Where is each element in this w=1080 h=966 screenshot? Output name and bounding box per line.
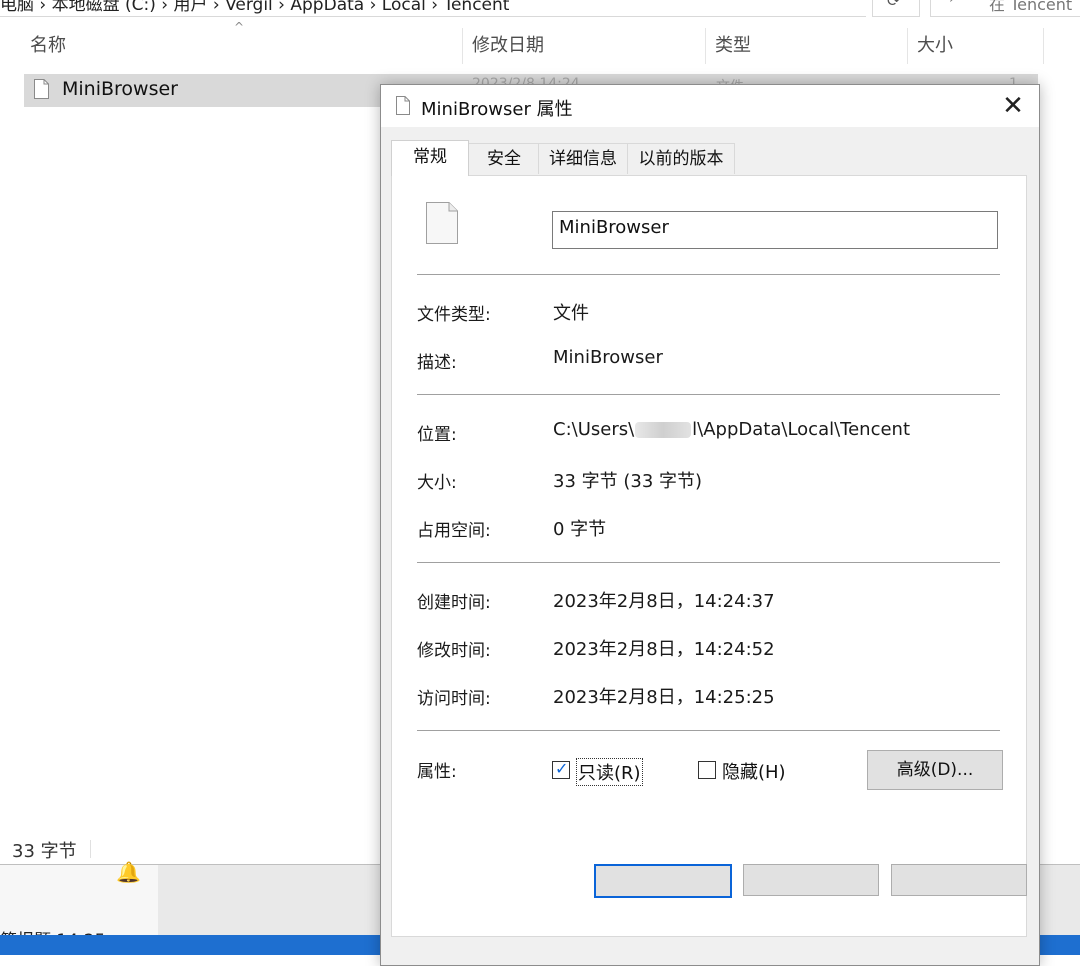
status-selection-size: 33 字节 (12, 841, 77, 862)
column-divider[interactable] (705, 28, 706, 64)
file-type-label: 文件类型: (417, 305, 491, 325)
size-on-disk-value: 0 字节 (553, 519, 607, 540)
location-value: C:\Users\ l\AppData\Local\Tencent (553, 419, 910, 440)
column-header-name[interactable]: 名称 (30, 28, 66, 64)
file-modified: 2023/2/8 14:24 (472, 76, 580, 84)
divider (417, 730, 1000, 731)
location-suffix: l\AppData\Local\Tencent (692, 419, 911, 440)
cancel-button[interactable] (743, 864, 879, 896)
modified-value: 2023年2月8日，14:24:52 (553, 639, 775, 660)
divider (417, 394, 1000, 395)
divider (417, 562, 1000, 563)
readonly-checkbox-box[interactable]: ✓ (552, 759, 570, 779)
readonly-checkbox[interactable]: ✓ 只读(R) (552, 758, 648, 786)
status-bar: 33 字节 (0, 832, 380, 864)
checkmark-icon: ✓ (555, 759, 569, 778)
column-divider[interactable] (907, 28, 908, 64)
dialog-title: MiniBrowser 属性 (421, 99, 573, 120)
file-type: 文件 (716, 76, 744, 84)
properties-dialog: MiniBrowser 属性 ✕ 常规 安全 详细信息 以前的版本 MiniBr… (380, 84, 1040, 966)
size-label: 大小: (417, 473, 457, 493)
file-name-field[interactable]: MiniBrowser (552, 211, 998, 249)
created-value: 2023年2月8日，14:24:37 (553, 591, 775, 612)
hidden-checkbox[interactable]: 隐藏(H) (698, 759, 794, 783)
hidden-checkbox-box[interactable] (698, 761, 716, 779)
file-icon (396, 96, 410, 115)
hidden-label: 隐藏(H) (722, 762, 786, 783)
file-type-value: 文件 (553, 303, 589, 324)
search-arrow-icon: › (949, 0, 955, 7)
modified-label: 修改时间: (417, 641, 491, 661)
attributes-label: 属性: (417, 762, 457, 782)
description-label: 描述: (417, 353, 457, 373)
status-divider (90, 840, 91, 858)
address-bar[interactable]: 电脑 › 本地磁盘 (C:) › 用户 › Vergil › AppData ›… (0, 0, 866, 17)
location-label: 位置: (417, 425, 457, 445)
file-name: MiniBrowser (62, 78, 178, 100)
ok-button[interactable] (594, 864, 732, 898)
file-size: 1 KB (1009, 76, 1018, 84)
column-header-modified[interactable]: 修改日期 (472, 28, 544, 64)
search-input[interactable]: › 在 Tencent (930, 0, 1080, 17)
divider (417, 274, 1000, 275)
close-button[interactable]: ✕ (993, 91, 1033, 123)
accessed-label: 访问时间: (417, 689, 491, 709)
tab-security[interactable]: 安全 (468, 143, 540, 174)
readonly-label: 只读(R) (576, 758, 643, 786)
location-prefix: C:\Users\ (553, 419, 635, 440)
tab-general[interactable]: 常规 (391, 140, 469, 176)
refresh-button[interactable]: ⟳ (872, 0, 920, 17)
search-placeholder: 在 Tencent (989, 0, 1073, 14)
advanced-button[interactable]: 高级(D)... (867, 750, 1003, 790)
redacted-username (635, 422, 692, 438)
dialog-titlebar[interactable]: MiniBrowser 属性 ✕ (381, 85, 1039, 127)
sort-ascending-icon: ^ (234, 20, 245, 34)
size-value: 33 字节 (33 字节) (553, 471, 703, 492)
refresh-icon: ⟳ (887, 0, 901, 10)
general-tab-panel: MiniBrowser 文件类型: 文件 描述: MiniBrowser 位置:… (391, 175, 1027, 937)
created-label: 创建时间: (417, 593, 491, 613)
column-header-size[interactable]: 大小 (917, 28, 953, 64)
file-icon (426, 202, 458, 244)
description-value: MiniBrowser (553, 347, 663, 368)
column-header-type[interactable]: 类型 (715, 28, 751, 64)
column-divider[interactable] (1043, 28, 1044, 64)
bell-icon: 🔔 (116, 860, 141, 884)
close-icon: ✕ (1002, 91, 1024, 121)
file-name-value: MiniBrowser (559, 217, 669, 238)
tab-details[interactable]: 详细信息 (538, 143, 628, 174)
column-divider[interactable] (462, 28, 463, 64)
breadcrumb[interactable]: 电脑 › 本地磁盘 (C:) › 用户 › Vergil › AppData ›… (0, 0, 509, 15)
apply-button[interactable] (891, 864, 1027, 896)
tab-previous-versions[interactable]: 以前的版本 (627, 143, 735, 174)
file-icon (34, 79, 49, 99)
accessed-value: 2023年2月8日，14:25:25 (553, 687, 775, 708)
size-on-disk-label: 占用空间: (417, 521, 491, 541)
